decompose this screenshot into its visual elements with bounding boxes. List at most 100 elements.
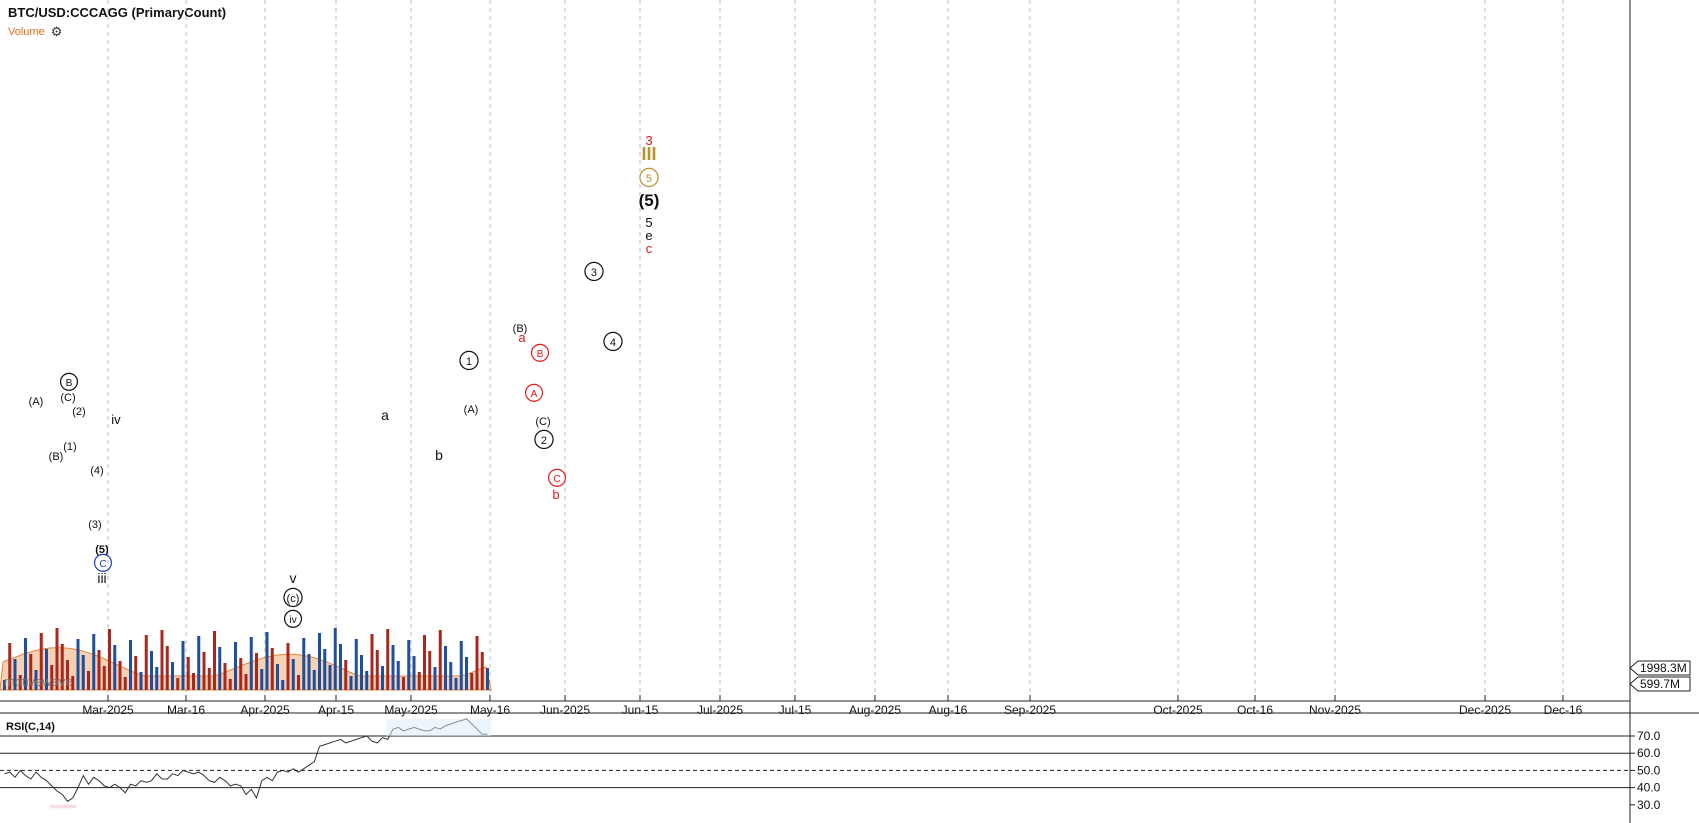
volume-bar: [134, 656, 138, 690]
volume-bar: [260, 669, 264, 690]
volume-bar: [87, 671, 90, 690]
x-tick-label: Aug-16: [929, 703, 968, 717]
volume-bar: [181, 641, 185, 690]
svg-text:b: b: [552, 487, 559, 502]
axes: 210000.00200000.00190000.00180000.001700…: [0, 0, 1699, 823]
svg-text:(C): (C): [60, 392, 75, 404]
chart-window: { "header": { "title": "BTC/USD:CCCAGG (…: [0, 0, 1699, 823]
svg-text:(4): (4): [90, 465, 103, 477]
x-tick-label: Jun-15: [622, 703, 659, 717]
volume-bars: motivewave: [0, 628, 492, 691]
svg-text:599.7M: 599.7M: [1640, 677, 1680, 691]
volume-bar: [402, 677, 405, 690]
svg-text:III: III: [641, 144, 656, 164]
svg-text:B: B: [537, 349, 544, 360]
volume-bar: [165, 646, 169, 690]
volume-bar: [486, 668, 489, 690]
svg-text:iv: iv: [289, 615, 297, 626]
volume-bar: [255, 653, 258, 690]
svg-text:a: a: [381, 407, 389, 423]
svg-text:iii: iii: [97, 570, 106, 586]
wave-label: (c): [283, 587, 303, 608]
wave-label: iii: [97, 570, 106, 586]
volume-bar: [102, 666, 106, 690]
watermark: motivewave: [4, 674, 73, 689]
rsi-oversold-fill: [50, 804, 77, 809]
volume-bar: [375, 650, 379, 690]
volume-bar: [307, 654, 311, 690]
price-chart[interactable]: 200.0%(184003.22)188.7%(171193.05)178.6%…: [0, 0, 1699, 823]
rsi-tick-label: 70.0: [1637, 729, 1661, 743]
volume-bar: [123, 677, 127, 690]
volume-bar: [276, 664, 279, 690]
volume-bar: [465, 657, 468, 690]
volume-bar: [192, 673, 195, 690]
wave-label: (3): [88, 519, 101, 531]
volume-bar: [150, 651, 153, 690]
x-tick-label: Dec-16: [1544, 703, 1583, 717]
x-tick-label: Jul-15: [779, 703, 812, 717]
volume-bar: [386, 629, 390, 690]
volume-bar: [81, 655, 85, 690]
volume-bar: [438, 630, 442, 690]
svg-text:1: 1: [466, 356, 472, 368]
volume-bar: [207, 668, 211, 690]
x-tick-label: Nov-2025: [1309, 703, 1361, 717]
svg-text:1998.3M: 1998.3M: [1640, 661, 1687, 675]
wave-label: (1): [63, 441, 76, 453]
wave-label: (2): [72, 406, 85, 418]
wave-label: a: [518, 330, 526, 345]
volume-bar: [396, 661, 400, 690]
wave-label: (C): [535, 416, 550, 428]
volume-bar: [265, 632, 269, 690]
volume-bar: [360, 655, 363, 690]
x-tick-label: May-2025: [384, 703, 438, 717]
volume-bar: [412, 656, 416, 690]
svg-text:C: C: [553, 474, 560, 485]
volume-bar: [333, 628, 337, 690]
rsi-tick-label: 60.0: [1637, 746, 1661, 760]
x-tick-label: Dec-2025: [1459, 703, 1511, 717]
svg-text:(C): (C): [535, 416, 550, 428]
volume-bar: [381, 666, 384, 690]
svg-text:5: 5: [646, 173, 652, 185]
wave-label: B: [59, 372, 79, 391]
svg-text:b: b: [435, 447, 443, 463]
volume-bar: [349, 676, 353, 690]
wave-label: 1: [459, 350, 479, 371]
x-tick-label: Sep-2025: [1004, 703, 1056, 717]
x-tick-label: Mar-2025: [82, 703, 134, 717]
volume-bar: [449, 662, 453, 690]
volume-bar: [291, 659, 295, 690]
rsi-panel: 70.0 60.0 50.0 40.0 30.0: [0, 718, 1661, 812]
svg-text:(B): (B): [49, 451, 64, 463]
volume-bar: [97, 650, 101, 690]
volume-bar: [202, 652, 206, 690]
volume-bar: [423, 635, 426, 690]
volume-bar: [297, 675, 300, 690]
volume-bar: [480, 652, 484, 690]
x-tick-label: Aug-2025: [849, 703, 901, 717]
wave-label: (B): [49, 451, 64, 463]
volume-bar: [113, 645, 117, 690]
volume-bar: [391, 645, 395, 690]
rsi-overbought-fill: [386, 718, 492, 736]
volume-bar: [454, 678, 458, 690]
volume-bar: [365, 671, 369, 690]
volume-bar: [234, 642, 237, 690]
wave-label: a: [381, 407, 389, 423]
svg-text:B: B: [66, 378, 73, 389]
wave-label: 2: [534, 429, 554, 450]
volume-bar: [244, 674, 248, 690]
wave-label: b: [435, 447, 443, 463]
grid-lines: [107, 0, 1564, 700]
x-tick-label: Mar-16: [167, 703, 205, 717]
svg-text:(5): (5): [639, 191, 660, 210]
volume-bar: [171, 662, 174, 690]
wave-label: c: [646, 241, 653, 256]
rsi-tick-label: 50.0: [1637, 763, 1661, 777]
x-tick-label: Apr-2025: [240, 703, 290, 717]
volume-bar: [249, 637, 253, 690]
svg-text:c: c: [646, 241, 653, 256]
volume-bar: [470, 673, 474, 690]
